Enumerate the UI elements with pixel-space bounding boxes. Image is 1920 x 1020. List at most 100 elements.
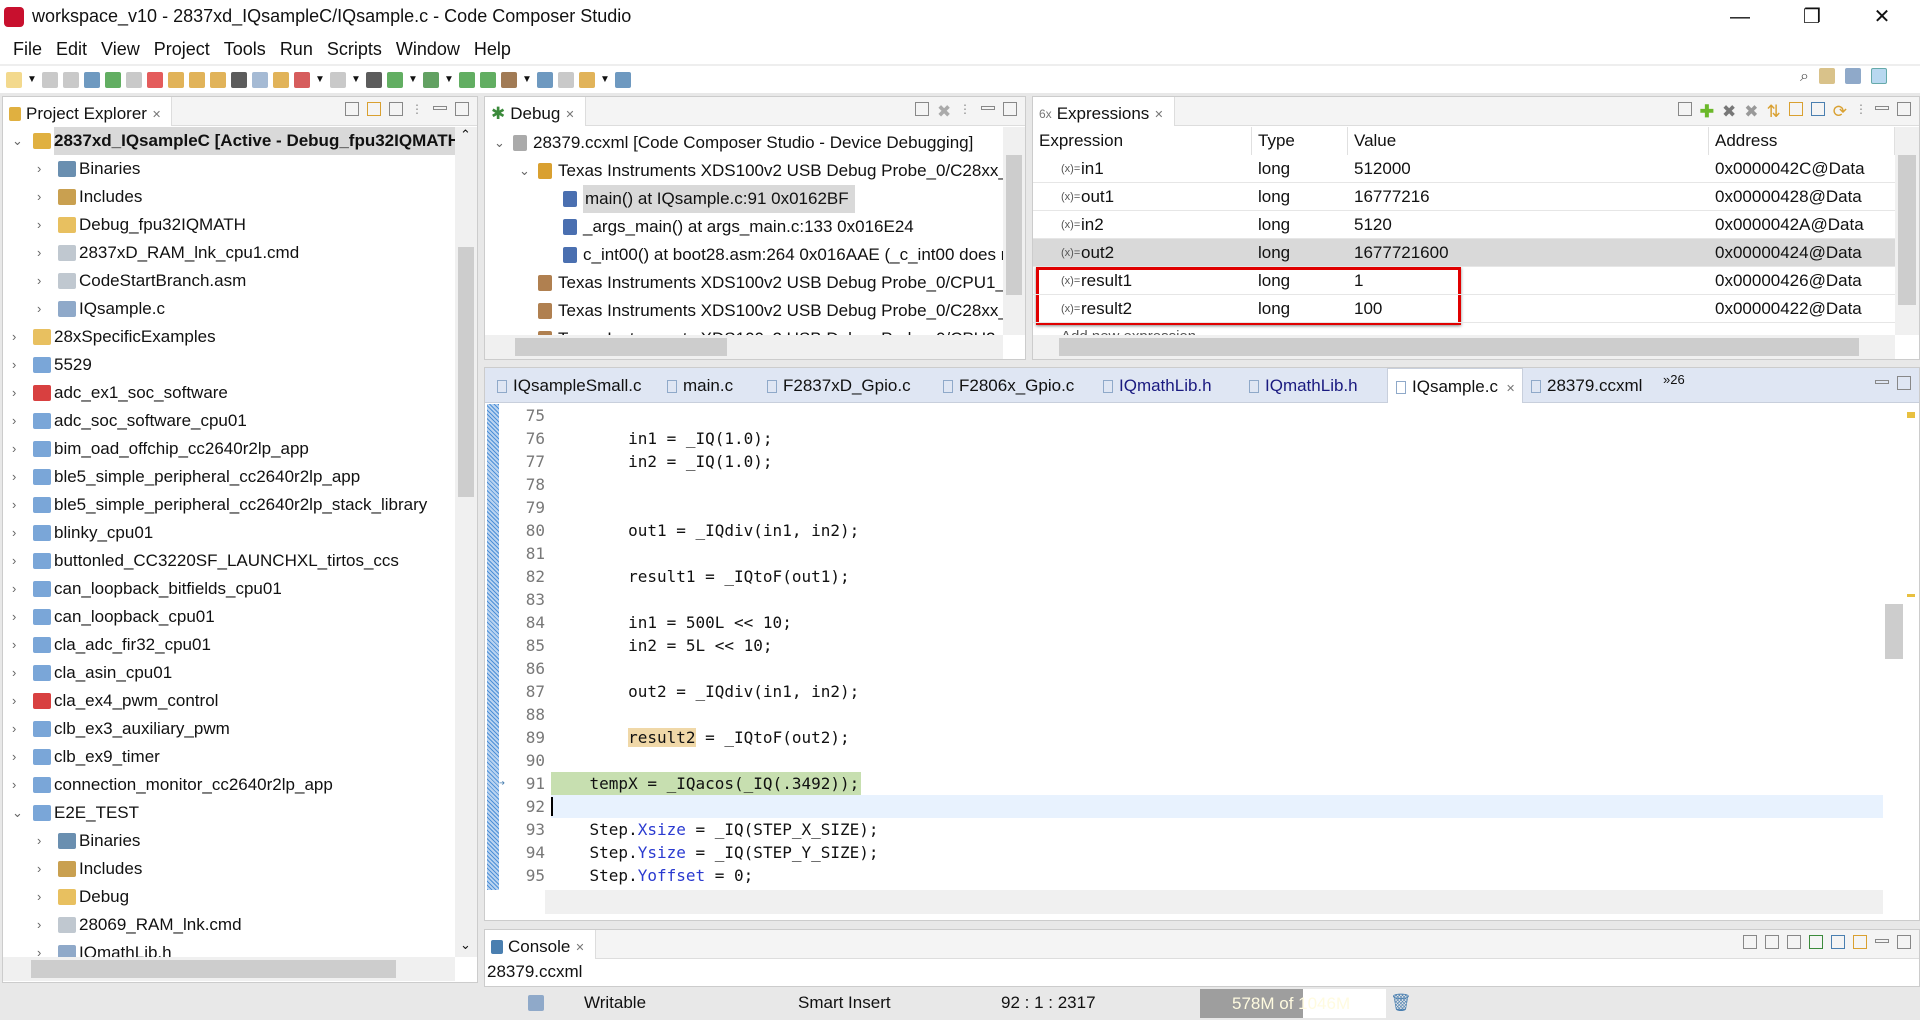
editor-vscroll[interactable] <box>1883 404 1919 890</box>
tree-item[interactable]: ⌄ E2E_TEST <box>3 799 455 827</box>
tree-item[interactable]: › Binaries <box>3 155 455 183</box>
word-wrap-icon[interactable] <box>1787 935 1801 949</box>
import-icon[interactable] <box>1788 102 1803 116</box>
add-new-expression[interactable]: Add new expression <box>1061 323 1196 335</box>
memory-icon[interactable] <box>558 71 574 88</box>
minimize-button[interactable]: — <box>1710 0 1770 34</box>
load-program-icon[interactable] <box>273 71 289 88</box>
registers-icon[interactable] <box>231 71 247 88</box>
tab-console[interactable]: Console ✕ <box>485 930 596 959</box>
dropdown-arrow-icon[interactable]: ▼ <box>27 74 37 85</box>
garbage-collect-icon[interactable]: 🗑 <box>1390 993 1412 1013</box>
editor-tab[interactable]: IQsampleSmall.c <box>489 368 659 403</box>
column-header[interactable]: Value <box>1348 127 1709 155</box>
minimize-icon[interactable] <box>433 106 447 110</box>
chevron-right-icon[interactable]: › <box>12 687 24 715</box>
chevron-right-icon[interactable]: › <box>37 883 49 911</box>
menu-edit[interactable]: Edit <box>49 34 94 64</box>
collapse-all-icon[interactable] <box>345 102 359 116</box>
chevron-right-icon[interactable]: › <box>12 575 24 603</box>
connect-icon[interactable] <box>252 71 268 88</box>
maximize-icon[interactable] <box>1897 102 1911 116</box>
expression-row[interactable]: (x)= out2 long 1677721600 0x00000424@Data <box>1033 239 1895 267</box>
debug-tree-item[interactable]: ⌄ 28379.ccxml [Code Composer Studio - Dev… <box>485 129 1003 157</box>
expression-row[interactable]: (x)= out1 long 16777216 0x00000428@Data <box>1033 183 1895 211</box>
tree-item[interactable]: › 5529 <box>3 351 455 379</box>
tree-item[interactable]: › can_loopback_cpu01 <box>3 603 455 631</box>
menu-tools[interactable]: Tools <box>217 34 273 64</box>
project-tree-vscroll[interactable]: ⌃ ⌄ <box>455 127 477 957</box>
maximize-icon[interactable] <box>1003 102 1017 116</box>
dropdown-arrow-icon[interactable]: ▼ <box>444 74 454 85</box>
close-tab-icon[interactable]: ✕ <box>1506 383 1515 395</box>
tree-item[interactable]: › buttonled_CC3220SF_LAUNCHXL_tirtos_ccs <box>3 547 455 575</box>
menu-view[interactable]: View <box>94 34 147 64</box>
editor-tab[interactable]: IQmathLib.h <box>1095 368 1241 403</box>
tree-item[interactable]: › clb_ex3_auxiliary_pwm <box>3 715 455 743</box>
chevron-right-icon[interactable]: › <box>12 407 24 435</box>
collapse-all-icon[interactable] <box>915 102 929 116</box>
chevron-right-icon[interactable]: › <box>37 239 49 267</box>
chevron-right-icon[interactable]: › <box>37 855 49 883</box>
chevron-right-icon[interactable]: › <box>12 715 24 743</box>
chevron-down-icon[interactable]: ⌄ <box>12 799 24 827</box>
minimize-icon[interactable] <box>1875 380 1889 384</box>
tree-item[interactable]: › ble5_simple_peripheral_cc2640r2lp_stack… <box>3 491 455 519</box>
close-button[interactable]: ✕ <box>1852 0 1912 34</box>
chevron-down-icon[interactable]: ⌄ <box>494 129 506 157</box>
dropdown-arrow-icon[interactable]: ▼ <box>600 74 610 85</box>
expression-row[interactable]: (x)= result2 long 100 0x00000422@Data <box>1033 295 1895 323</box>
editor-hscroll[interactable] <box>545 890 1883 914</box>
link-editor-icon[interactable] <box>367 102 381 116</box>
remove-all-icon[interactable]: ✖ <box>1744 102 1758 122</box>
remove-terminated-icon[interactable]: ✖ <box>937 102 951 121</box>
dropdown-arrow-icon[interactable]: ▼ <box>351 74 361 85</box>
menu-run[interactable]: Run <box>273 34 320 64</box>
menu-file[interactable]: File <box>6 34 49 64</box>
step-return-icon[interactable] <box>210 71 226 88</box>
step-into-icon[interactable] <box>168 71 184 88</box>
close-tab-icon[interactable]: ✕ <box>1154 108 1163 121</box>
chevron-down-icon[interactable]: ⌄ <box>519 157 531 185</box>
continuous-refresh-icon[interactable]: ⟳ <box>1833 102 1847 122</box>
display-console-icon[interactable] <box>1831 935 1845 949</box>
close-tab-icon[interactable]: ✕ <box>575 941 584 954</box>
tree-item[interactable]: › blinky_cpu01 <box>3 519 455 547</box>
expression-value[interactable]: 100 <box>1354 295 1382 323</box>
minimize-icon[interactable] <box>981 106 995 110</box>
restart-icon[interactable] <box>387 71 403 88</box>
code-editor[interactable]: 75 76 in1 = _IQ(1.0); 77 in2 = _IQ(1.0); 78… <box>499 404 1883 890</box>
debug-tree-item[interactable]: c_int00() at boot28.asm:264 0x016AAE (_c… <box>485 241 1003 269</box>
dropdown-arrow-icon[interactable]: ▼ <box>408 74 418 85</box>
refresh-icon[interactable]: ⇅ <box>1767 102 1781 122</box>
chevron-right-icon[interactable]: › <box>12 743 24 771</box>
tree-item[interactable]: › can_loopback_bitfields_cpu01 <box>3 575 455 603</box>
debug-icon[interactable] <box>423 71 439 88</box>
tab-expressions[interactable]: 6x Expressions ✕ <box>1033 97 1175 126</box>
expressions-hscroll[interactable] <box>1033 335 1895 359</box>
chevron-right-icon[interactable]: › <box>12 603 24 631</box>
tree-item[interactable]: › cla_asin_cpu01 <box>3 659 455 687</box>
chevron-right-icon[interactable]: › <box>12 771 24 799</box>
tree-item[interactable]: › cla_adc_fir32_cpu01 <box>3 631 455 659</box>
chevron-right-icon[interactable]: › <box>12 463 24 491</box>
tab-debug[interactable]: ✱ Debug ✕ <box>485 97 586 126</box>
tree-item[interactable]: › Debug_fpu32IQMATH <box>3 211 455 239</box>
chevron-right-icon[interactable]: › <box>12 547 24 575</box>
debug-tree-item[interactable]: Texas Instruments XDS100v2 USB Debug Pro… <box>485 325 1003 335</box>
collapse-all-icon[interactable] <box>1677 102 1692 116</box>
chevron-right-icon[interactable]: › <box>37 939 49 957</box>
column-header[interactable]: Expression <box>1033 127 1252 155</box>
tree-item[interactable]: › CodeStartBranch.asm <box>3 267 455 295</box>
export-icon[interactable] <box>1810 102 1825 116</box>
scroll-lock-icon[interactable] <box>1765 935 1779 949</box>
chevron-right-icon[interactable]: › <box>37 211 49 239</box>
search-icon[interactable] <box>537 71 553 88</box>
tree-item[interactable]: › bim_oad_offchip_cc2640r2lp_app <box>3 435 455 463</box>
step-over-icon[interactable] <box>189 71 205 88</box>
hammer-icon[interactable] <box>501 71 517 88</box>
menu-scripts[interactable]: Scripts <box>320 34 389 64</box>
chevron-right-icon[interactable]: › <box>37 155 49 183</box>
chevron-right-icon[interactable]: › <box>12 659 24 687</box>
suspend-icon[interactable] <box>126 71 142 88</box>
